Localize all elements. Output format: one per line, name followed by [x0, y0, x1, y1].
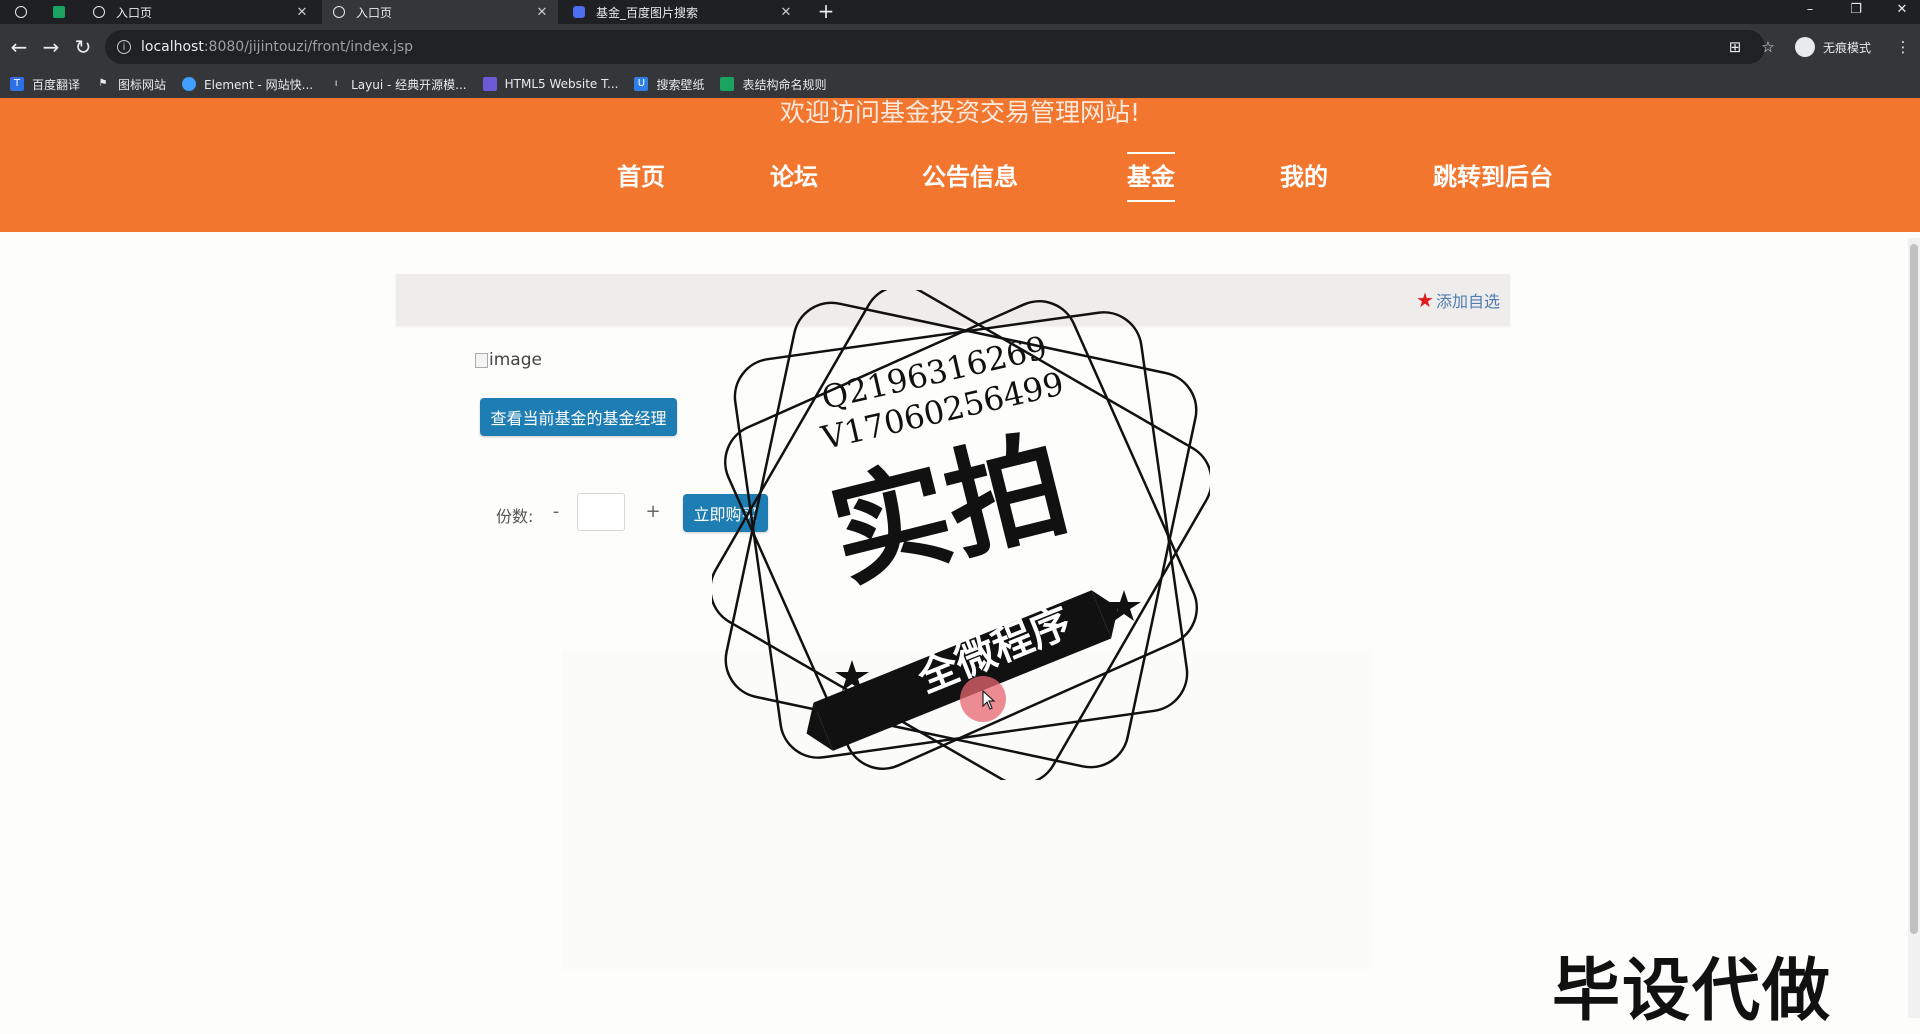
nav-fund[interactable]: 基金 [1127, 152, 1175, 202]
minimize-button[interactable]: – [1788, 0, 1832, 24]
element-icon [182, 77, 197, 91]
close-icon[interactable]: ✕ [294, 5, 310, 20]
sheet-icon [720, 77, 735, 91]
incognito-label: 无痕模式 [1823, 40, 1872, 55]
tab-title: 入口页 [116, 5, 153, 20]
globe-icon [15, 6, 27, 18]
close-icon[interactable]: ✕ [534, 5, 550, 20]
bookmark-star-icon[interactable]: ☆ [1757, 36, 1779, 58]
bookmark-item[interactable]: Element - 网站快... [182, 76, 313, 93]
nav-mine[interactable]: 我的 [1280, 160, 1328, 194]
fund-image: image [475, 350, 542, 370]
add-favorite-link[interactable]: ★ 添加自选 [1416, 288, 1500, 312]
back-icon[interactable]: ← [6, 34, 32, 60]
bookmark-item[interactable]: ⚑ 图标网站 [96, 76, 167, 93]
main-nav: 首页 论坛 公告信息 基金 我的 跳转到后台 [0, 132, 1920, 232]
globe-icon [333, 6, 345, 18]
address-bar[interactable]: i localhost :8080/jijintouzi/front/index… [105, 30, 1765, 64]
bookmark-item[interactable]: 表结构命名规则 [720, 76, 826, 93]
menu-kebab-icon[interactable]: ⋮ [1892, 36, 1914, 58]
restore-button[interactable]: ❐ [1834, 0, 1878, 24]
nav-home[interactable]: 首页 [617, 160, 665, 194]
welcome-banner: 欢迎访问基金投资交易管理网站! [0, 98, 1920, 132]
quantity-decrement-button[interactable]: - [548, 501, 564, 522]
pinned-sheet-tab[interactable] [50, 3, 68, 21]
baidu-paw-icon [573, 6, 585, 18]
bookmark-item[interactable]: HTML5 Website T... [482, 77, 618, 91]
star-icon: ★ [1416, 288, 1434, 312]
layui-icon: ı [334, 78, 338, 89]
reload-icon[interactable]: ↻ [70, 34, 96, 60]
nav-announcements[interactable]: 公告信息 [922, 160, 1018, 194]
incognito-indicator[interactable]: 无痕模式 [1795, 36, 1871, 58]
bookmark-item[interactable]: T 百度翻译 [10, 76, 80, 93]
tab-title: 入口页 [356, 5, 393, 20]
image-alt-text: image [489, 350, 542, 370]
quantity-input[interactable] [577, 493, 625, 531]
globe-icon [93, 6, 105, 18]
tab-1[interactable]: 入口页 ✕ [82, 0, 318, 24]
quantity-increment-button[interactable]: + [644, 501, 662, 522]
sheet-icon [53, 6, 65, 18]
address-host: localhost [141, 39, 204, 55]
view-fund-manager-button[interactable]: 查看当前基金的基金经理 [480, 398, 677, 436]
address-path: :8080/jijintouzi/front/index.jsp [203, 39, 414, 55]
pinned-tab-icon[interactable] [12, 3, 30, 21]
close-icon[interactable]: ✕ [778, 5, 794, 20]
browser-toolbar: ← → ↻ i localhost :8080/jijintouzi/front… [0, 24, 1920, 70]
flag-icon: ⚑ [98, 78, 108, 89]
translate-icon[interactable]: ⊞ [1724, 36, 1746, 58]
site-info-icon[interactable]: i [117, 40, 131, 54]
mouse-pointer-icon [982, 690, 996, 710]
nav-forum[interactable]: 论坛 [770, 160, 818, 194]
translate-icon: T [10, 77, 24, 91]
wallpaper-icon: U [634, 77, 649, 91]
close-window-button[interactable]: ✕ [1880, 0, 1920, 24]
bookmark-item[interactable]: U 搜索壁纸 [634, 76, 704, 93]
tab-title: 基金_百度图片搜索 [596, 5, 699, 20]
broken-image-icon [475, 352, 488, 368]
add-favorite-label: 添加自选 [1435, 292, 1500, 311]
page-scrollbar[interactable] [1908, 238, 1920, 1018]
quantity-label: 份数: [496, 507, 534, 526]
html5-icon [482, 77, 497, 91]
tab-3[interactable]: 基金_百度图片搜索 ✕ [562, 0, 802, 24]
welcome-text: 欢迎访问基金投资交易管理网站! [779, 98, 1141, 127]
browser-tab-strip: 入口页 ✕ 入口页 ✕ 基金_百度图片搜索 ✕ + – ❐ ✕ [0, 0, 1920, 24]
bookmarks-bar: T 百度翻译 ⚑ 图标网站 Element - 网站快... ı Layui - 经典… [0, 70, 1920, 99]
incognito-icon [1795, 37, 1815, 57]
forward-icon[interactable]: → [38, 34, 64, 60]
nav-admin[interactable]: 跳转到后台 [1433, 160, 1553, 194]
bookmark-item[interactable]: ı Layui - 经典开源模... [329, 76, 467, 93]
corner-watermark: 毕设代做 [1552, 952, 1833, 1031]
scrollbar-thumb[interactable] [1910, 244, 1918, 934]
tab-2[interactable]: 入口页 ✕ [322, 0, 558, 24]
new-tab-button[interactable]: + [814, 0, 838, 24]
